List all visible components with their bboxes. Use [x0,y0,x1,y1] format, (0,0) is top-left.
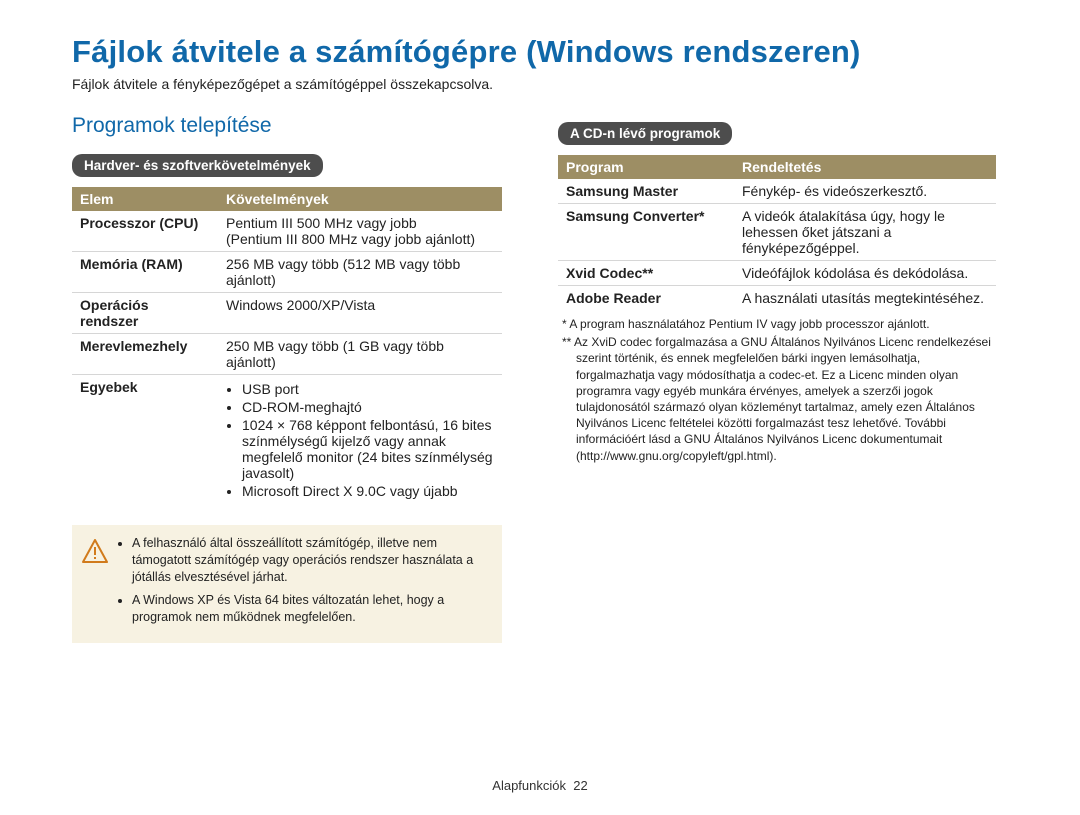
req-header-item: Elem [72,187,218,211]
req-ram-label: Memória (RAM) [72,252,218,293]
warning-icon [82,539,108,568]
req-cpu-line1: Pentium III 500 MHz vagy jobb [226,215,417,231]
prog-xvid-codec-value: Videófájlok kódolása és dekódolása. [734,261,996,286]
table-row: Samsung Converter* A videók átalakítása … [558,204,996,261]
prog-samsung-master-label: Samsung Master [558,179,734,204]
left-column: Programok telepítése Hardver- és szoftve… [72,114,502,643]
prog-xvid-codec-label: Xvid Codec** [558,261,734,286]
list-item: CD-ROM-meghajtó [242,399,494,415]
prog-adobe-reader-value: A használati utasítás megtekintéséhez. [734,286,996,311]
prog-header-purpose: Rendeltetés [734,155,996,179]
list-item: USB port [242,381,494,397]
warning-callout: A felhasználó által összeállított számít… [72,525,502,643]
list-item: Microsoft Direct X 9.0C vagy újabb [242,483,494,499]
req-cpu-value: Pentium III 500 MHz vagy jobb (Pentium I… [218,211,502,252]
programs-table: Program Rendeltetés Samsung Master Fényk… [558,155,996,310]
warning-item: A Windows XP és Vista 64 bites változatá… [132,592,488,626]
prog-samsung-converter-value: A videók átalakítása úgy, hogy le lehess… [734,204,996,261]
footnote-2: ** Az XviD codec forgalmazása a GNU Álta… [576,334,996,464]
table-row: Samsung Master Fénykép- és videószerkesz… [558,179,996,204]
footer-section: Alapfunkciók [492,778,566,793]
document-page: Fájlok átvitele a számítógépre (Windows … [0,0,1080,815]
prog-samsung-converter-label: Samsung Converter* [558,204,734,261]
req-os-value: Windows 2000/XP/Vista [218,293,502,334]
footnote-1: * A program használatához Pentium IV vag… [576,316,996,332]
req-other-label: Egyebek [72,375,218,506]
warning-item: A felhasználó által összeállított számít… [132,535,488,586]
prog-samsung-master-value: Fénykép- és videószerkesztő. [734,179,996,204]
req-other-value: USB port CD-ROM-meghajtó 1024 × 768 képp… [218,375,502,506]
page-title: Fájlok átvitele a számítógépre (Windows … [72,34,1008,70]
req-header-requirements: Követelmények [218,187,502,211]
section-title: Programok telepítése [72,114,502,138]
table-row: Xvid Codec** Videófájlok kódolása és dek… [558,261,996,286]
table-row: Operációs rendszer Windows 2000/XP/Vista [72,293,502,334]
req-ram-value: 256 MB vagy több (512 MB vagy több ajánl… [218,252,502,293]
right-column: A CD-n lévő programok Program Rendelteté… [558,114,996,643]
programs-heading: A CD-n lévő programok [558,122,732,145]
req-hdd-value: 250 MB vagy több (1 GB vagy több ajánlot… [218,334,502,375]
req-hdd-label: Merevlemezhely [72,334,218,375]
footer-page-number: 22 [573,778,587,793]
page-intro: Fájlok átvitele a fényképezőgépet a szám… [72,76,1008,92]
req-cpu-label: Processzor (CPU) [72,211,218,252]
two-column-layout: Programok telepítése Hardver- és szoftve… [72,114,1008,643]
table-row: Egyebek USB port CD-ROM-meghajtó 1024 × … [72,375,502,506]
table-row: Merevlemezhely 250 MB vagy több (1 GB va… [72,334,502,375]
requirements-heading: Hardver- és szoftverkövetelmények [72,154,323,177]
footnotes: * A program használatához Pentium IV vag… [558,316,996,464]
prog-header-program: Program [558,155,734,179]
prog-adobe-reader-label: Adobe Reader [558,286,734,311]
req-cpu-line2: (Pentium III 800 MHz vagy jobb ajánlott) [226,231,475,247]
list-item: 1024 × 768 képpont felbontású, 16 bites … [242,417,494,481]
table-row: Memória (RAM) 256 MB vagy több (512 MB v… [72,252,502,293]
req-os-label: Operációs rendszer [72,293,218,334]
requirements-table: Elem Követelmények Processzor (CPU) Pent… [72,187,502,505]
page-footer: Alapfunkciók 22 [0,778,1080,793]
table-row: Adobe Reader A használati utasítás megte… [558,286,996,311]
table-row: Processzor (CPU) Pentium III 500 MHz vag… [72,211,502,252]
